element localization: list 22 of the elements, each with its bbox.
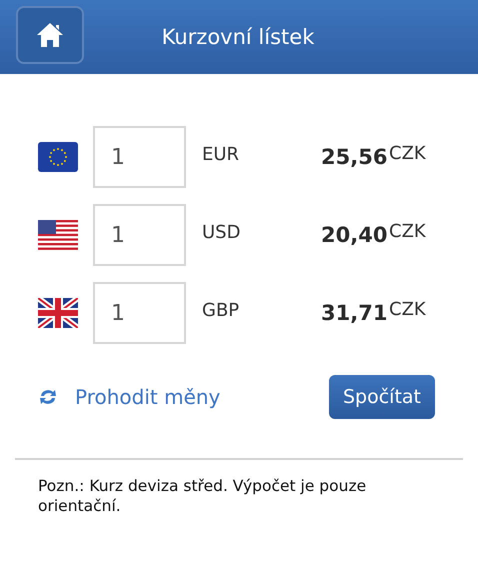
note-text: Pozn.: Kurz deviza střed. Výpočet je pouze orientační.	[38, 476, 368, 516]
eu-flag-icon	[38, 142, 78, 172]
refresh-icon[interactable]	[38, 388, 58, 406]
converted-amount: 20,40	[321, 223, 388, 247]
uk-flag-icon	[38, 298, 78, 328]
converted-amount: 31,71	[321, 301, 388, 325]
amount-input[interactable]: 1	[93, 282, 186, 344]
target-currency: CZK	[389, 142, 426, 164]
home-button[interactable]	[16, 6, 84, 64]
converted-amount: 25,56	[321, 145, 388, 169]
us-flag-icon	[38, 220, 78, 250]
currency-code: EUR	[202, 144, 240, 164]
target-currency: CZK	[389, 220, 426, 242]
calculate-button[interactable]: Spočítat	[329, 375, 435, 419]
amount-input[interactable]: 1	[93, 126, 186, 188]
amount-input[interactable]: 1	[93, 204, 186, 266]
currency-code: GBP	[202, 300, 240, 320]
swap-currencies-link[interactable]: Prohodit měny	[75, 385, 220, 409]
target-currency: CZK	[389, 298, 426, 320]
page-title: Kurzovní lístek	[162, 25, 314, 49]
home-icon	[36, 22, 64, 48]
currency-code: USD	[202, 222, 242, 242]
